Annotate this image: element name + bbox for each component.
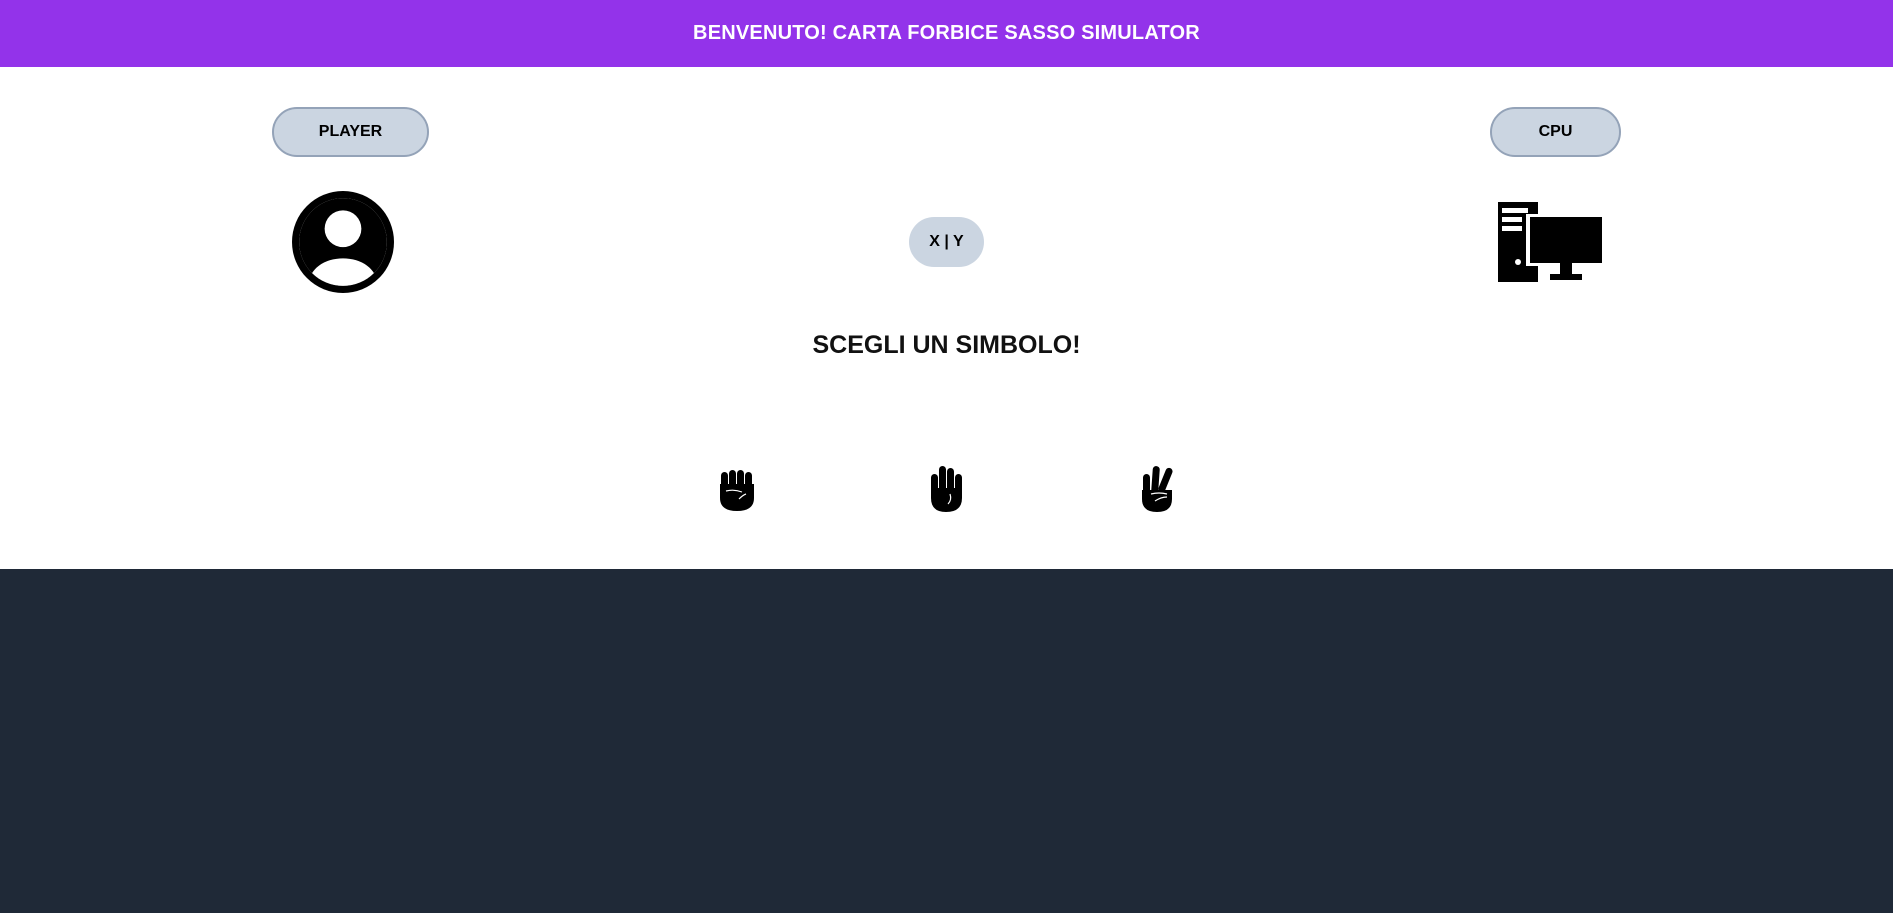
player-label: PLAYER	[318, 123, 383, 140]
victory-hand-icon	[1142, 466, 1173, 512]
cpu-label: CPU	[1538, 123, 1573, 140]
page-title: BENVENUTO! CARTA FORBICE SASSO SIMULATOR	[693, 22, 1200, 44]
desktop-computer-icon	[1498, 202, 1602, 282]
rock-button[interactable]	[709, 459, 765, 519]
fist-icon	[720, 470, 754, 511]
paper-button[interactable]	[918, 459, 974, 519]
raised-hand-icon	[931, 466, 962, 512]
user-circle-icon	[292, 191, 394, 293]
player-label-pill[interactable]: PLAYER	[272, 107, 429, 157]
choose-symbol-prompt: SCEGLI UN SIMBOLO!	[812, 331, 1081, 359]
header-bar: BENVENUTO! CARTA FORBICE SASSO SIMULATOR	[0, 0, 1893, 67]
cpu-label-pill[interactable]: CPU	[1490, 107, 1621, 157]
score-text: X | Y	[929, 233, 964, 250]
scissors-button[interactable]	[1129, 459, 1185, 519]
game-area: PLAYER CPU X | Y SCEGLI UN SIMBOLO!	[0, 67, 1893, 569]
footer-area	[0, 569, 1893, 913]
score-badge: X | Y	[909, 217, 984, 267]
